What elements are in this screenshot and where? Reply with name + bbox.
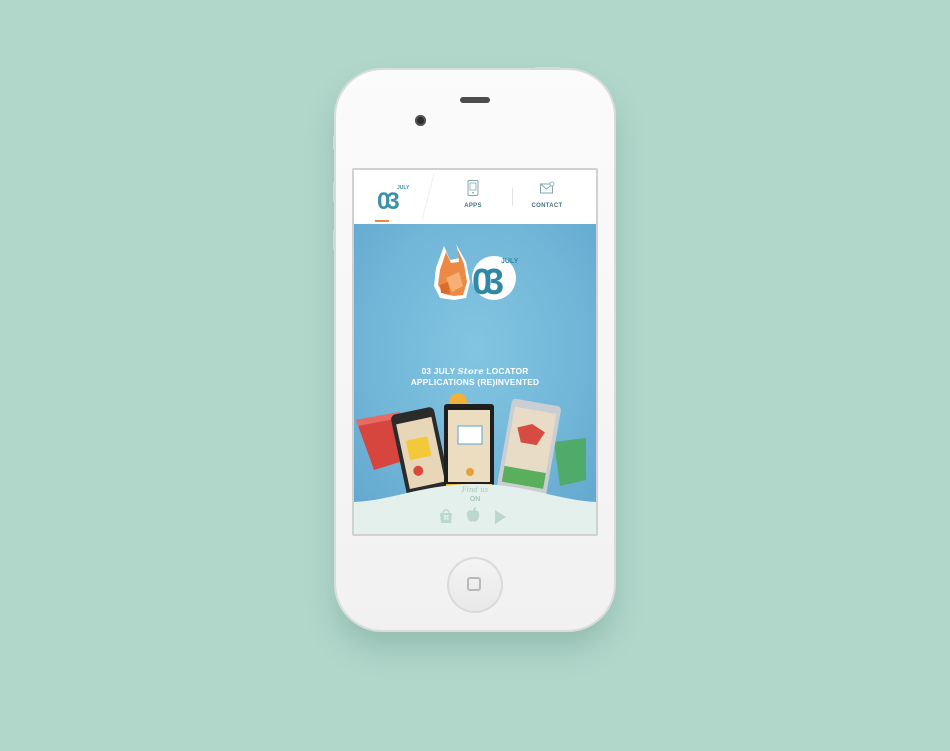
green-cup-illustration [554, 438, 586, 486]
windows-store-icon[interactable] [438, 508, 454, 524]
find-us-line2: ON [470, 496, 481, 503]
nav-slash-divider [421, 173, 435, 221]
nav-divider [512, 188, 513, 206]
hero-banner: 03 JULY 03 JULY Store LOCATOR APPLICATIO… [354, 224, 596, 502]
right-edge-mark [614, 116, 616, 122]
volume-up-button [333, 182, 336, 202]
mute-switch [333, 136, 336, 150]
top-navigation: 03 JULY APPS CONTACT [354, 170, 596, 224]
screen-frame: 03 JULY APPS CONTACT 03 JULY 03 JULY Sto… [352, 168, 598, 536]
volume-down-button [333, 230, 336, 250]
iphone-device: 03 JULY APPS CONTACT 03 JULY 03 JULY Sto… [333, 67, 616, 630]
apple-store-icon[interactable] [465, 506, 481, 524]
power-button [534, 67, 560, 70]
mail-icon [540, 181, 555, 194]
front-camera [415, 115, 426, 126]
screen: 03 JULY APPS CONTACT 03 JULY 03 JULY Sto… [354, 170, 596, 534]
nav-logo-digits: 03 [377, 188, 399, 214]
home-square-icon [467, 577, 481, 591]
phone-icon [467, 180, 479, 196]
home-button[interactable] [447, 557, 503, 613]
hero-logo-sub: JULY [501, 258, 519, 265]
nav-logo-sub: JULY [397, 185, 410, 191]
earpiece-speaker [460, 97, 490, 103]
nav-item-contact[interactable]: CONTACT [530, 180, 564, 209]
nav-item-apps[interactable]: APPS [458, 180, 488, 209]
active-indicator [375, 220, 389, 222]
find-us-line1: Find us [461, 486, 489, 494]
hero-logo: 03 JULY [434, 244, 519, 302]
nav-item-apps-label: APPS [464, 203, 482, 209]
nav-item-contact-label: CONTACT [531, 203, 563, 209]
google-play-icon[interactable] [493, 509, 507, 525]
nav-logo[interactable]: 03 JULY [376, 178, 416, 215]
